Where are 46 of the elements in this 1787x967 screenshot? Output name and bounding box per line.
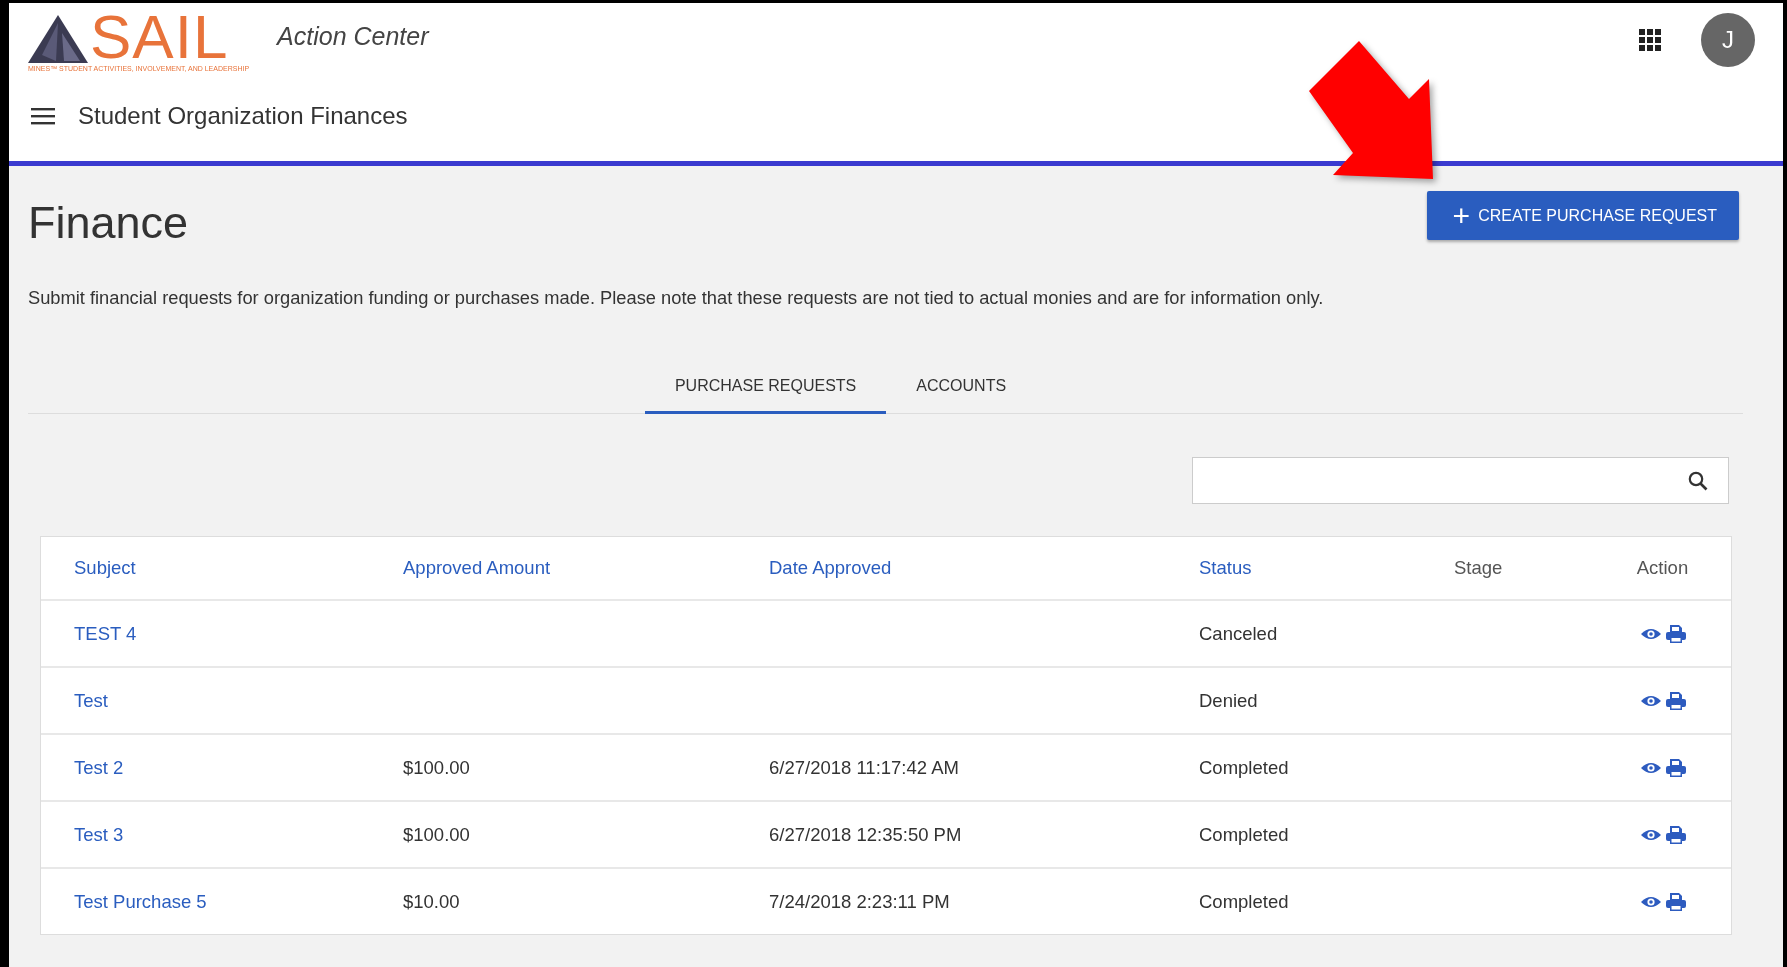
print-icon[interactable] <box>1665 691 1686 710</box>
mountain-logo-icon <box>28 14 88 65</box>
user-avatar[interactable]: J <box>1701 13 1755 67</box>
table-cell: Canceled <box>1199 622 1278 644</box>
page-title: Finance <box>28 197 189 249</box>
subject-link[interactable]: Test 3 <box>74 823 124 845</box>
search-field[interactable] <box>1192 457 1729 504</box>
subject-link[interactable]: Test 2 <box>74 756 124 778</box>
subject-link[interactable]: Test <box>74 689 108 711</box>
column-header: Stage <box>1454 557 1504 579</box>
view-icon[interactable] <box>1639 894 1662 909</box>
page-description: Submit financial requests for organization funding or purchases made. Please note that these requests are not tied to actual monies and are for information only. <box>28 287 1325 309</box>
subject-link[interactable]: TEST 4 <box>74 622 137 644</box>
sortable-column-header[interactable]: Approved Amount <box>403 557 769 579</box>
table-cell: Completed <box>1199 756 1289 778</box>
sortable-column-header[interactable]: Subject <box>74 557 403 579</box>
print-icon[interactable] <box>1665 892 1686 911</box>
table-cell: Completed <box>1199 890 1289 912</box>
app-title: Action Center <box>277 21 429 51</box>
sortable-column-header[interactable]: Date Approved <box>769 557 1199 579</box>
table-cell: $100.00 <box>403 823 470 845</box>
section-title: Student Organization Finances <box>78 102 408 130</box>
table-cell: Completed <box>1199 823 1289 845</box>
sortable-column-header[interactable]: Status <box>1199 557 1454 579</box>
logo-text: SAIL <box>90 8 229 65</box>
print-icon[interactable] <box>1665 624 1686 643</box>
table-cell: $10.00 <box>403 890 460 912</box>
table-cell: Denied <box>1199 689 1258 711</box>
table-cell: 6/27/2018 11:17:42 AM <box>769 756 959 778</box>
print-icon[interactable] <box>1665 758 1686 777</box>
search-icon[interactable] <box>1688 470 1708 491</box>
table-cell: $100.00 <box>403 756 470 778</box>
print-icon[interactable] <box>1665 825 1686 844</box>
tab[interactable]: ACCOUNTS <box>886 367 1037 414</box>
tab[interactable]: PURCHASE REQUESTS <box>644 367 887 414</box>
apps-grid-icon[interactable] <box>1639 29 1661 51</box>
view-icon[interactable] <box>1639 760 1662 775</box>
menu-icon[interactable] <box>31 107 55 125</box>
create-purchase-request-button[interactable]: + CREATE PURCHASE REQUEST <box>1426 191 1739 240</box>
table-cell: 6/27/2018 12:35:50 PM <box>769 823 962 845</box>
table-cell: 7/24/2018 2:23:11 PM <box>769 890 950 912</box>
column-header: Action <box>1635 557 1690 579</box>
subject-link[interactable]: Test Purchase 5 <box>74 890 207 912</box>
view-icon[interactable] <box>1639 626 1662 641</box>
view-icon[interactable] <box>1639 827 1662 842</box>
view-icon[interactable] <box>1639 693 1662 708</box>
